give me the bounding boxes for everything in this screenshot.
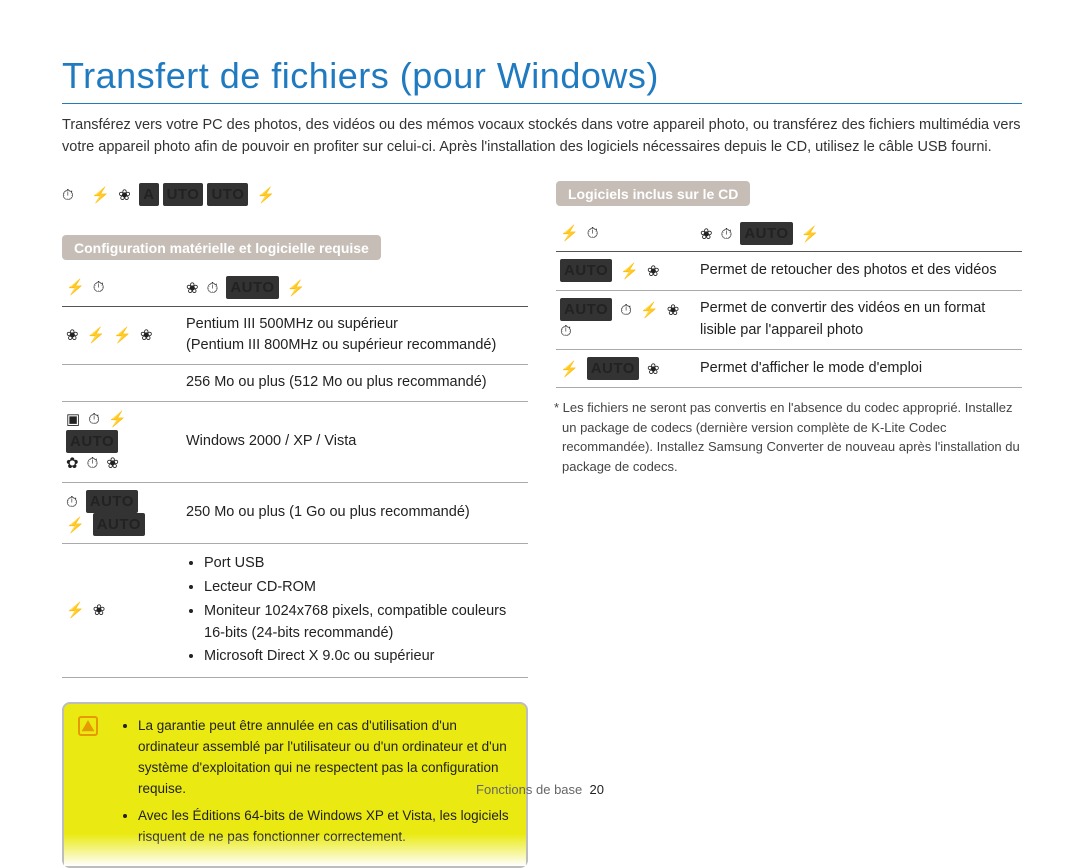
timer-icon: ⏱: [66, 494, 78, 511]
table-row: ❀ ⚡ ⚡ ❀ Pentium III 500MHz ou supérieur …: [62, 306, 528, 365]
auto-badge-icon: A: [139, 183, 158, 206]
timer-icon: ⏱: [93, 279, 105, 296]
warning-icon: [78, 716, 98, 736]
auto-badge-icon: UTO: [163, 183, 204, 206]
timer-icon: ⏱: [88, 411, 100, 428]
page-number: 20: [590, 782, 604, 797]
table-header-right: ❀ ⏱ AUTO ⚡: [696, 216, 1022, 252]
auto-badge-icon: AUTO: [226, 276, 278, 299]
table-row: AUTO ⚡ ❀ Permet de retoucher des photos …: [556, 252, 1022, 290]
flash-icon: ⚡: [257, 187, 276, 204]
list-item: Lecteur CD-ROM: [204, 577, 524, 599]
flash-icon: ⚡: [108, 411, 127, 428]
macro-icon: ❀: [93, 602, 106, 619]
timer-icon: ⏱: [721, 226, 733, 243]
intro-paragraph: Transférez vers votre PC des photos, des…: [62, 114, 1022, 159]
list-item: Moniteur 1024x768 pixels, compatible cou…: [204, 601, 524, 645]
macro-icon: ❀: [106, 455, 119, 472]
macro-icon: ❀: [66, 327, 79, 344]
timer-icon: ⏱: [207, 280, 219, 297]
flash-icon: ⚡: [801, 226, 820, 243]
table-row: ⚡ AUTO ❀ Permet d'afficher le mode d'emp…: [556, 350, 1022, 388]
footer-section: Fonctions de base: [476, 782, 582, 797]
table-row: ⚡ ❀ Port USB Lecteur CD-ROM Moniteur 102…: [62, 544, 528, 678]
list-item: Port USB: [204, 553, 524, 575]
macro-icon: ❀: [667, 302, 680, 319]
macro-icon: ❀: [647, 263, 660, 280]
macro-icon: ❀: [186, 280, 199, 297]
list-item: Microsoft Direct X 9.0c ou supérieur: [204, 646, 524, 668]
flash-icon: ⚡: [66, 279, 85, 296]
table-header-right: ❀ ⏱ AUTO ⚡: [182, 270, 528, 306]
left-column: ⏱ ⚡ ❀ AUTOUTO ⚡ Configuration matérielle…: [62, 181, 528, 868]
codec-note: * Les fichiers ne seront pas convertis e…: [556, 398, 1022, 476]
auto-badge-icon: UTO: [207, 183, 248, 206]
flash-icon: ⚡: [560, 361, 579, 378]
flash-icon: ⚡: [560, 225, 579, 242]
timer-icon: ⏱: [560, 323, 572, 340]
flash-icon: ⚡: [287, 280, 306, 297]
flash-icon: ⚡: [113, 327, 132, 344]
table-row: ▣ ⏱ ⚡ AUTO ✿ ⏱ ❀ Windows 2000 / XP / Vis…: [62, 401, 528, 482]
table-row: ⏱ AUTO ⚡ AUTO 250 Mo ou plus (1 Go ou pl…: [62, 482, 528, 544]
auto-badge-icon: AUTO: [587, 357, 639, 380]
auto-badge-icon: AUTO: [560, 298, 612, 321]
flash-icon: ⚡: [66, 602, 85, 619]
flash-icon: ⚡: [620, 263, 639, 280]
flash-icon: ⚡: [87, 327, 106, 344]
flash-icon: ⚡: [66, 517, 85, 534]
page-title: Transfert de fichiers (pour Windows): [62, 55, 1022, 104]
page-footer: Fonctions de base 20: [0, 782, 1080, 797]
auto-badge-icon: AUTO: [740, 222, 792, 245]
cpu-rec: (Pentium III 800MHz ou supérieur recomma…: [186, 337, 496, 353]
warning-item: Avec les Éditions 64-bits de Windows XP …: [138, 806, 510, 848]
macro-icon: ❀: [700, 226, 713, 243]
timer-icon: ⏱: [620, 302, 632, 319]
macro-icon: ❀: [118, 187, 131, 204]
requirements-table: ⚡ ⏱ ❀ ⏱ AUTO ⚡ ❀ ⚡ ⚡ ❀: [62, 270, 528, 678]
timer-icon: ⏱: [62, 187, 74, 204]
right-column: Logiciels inclus sur le CD ⚡ ⏱ ❀ ⏱ AUTO …: [556, 181, 1022, 868]
play-icon: ▣: [66, 411, 80, 428]
timer-icon: ⏱: [587, 225, 599, 242]
table-row: AUTO ⏱ ⚡ ❀ ⏱ Permet de convertir des vid…: [556, 290, 1022, 350]
gear-icon: ✿: [66, 455, 79, 472]
table-header-left: ⚡ ⏱: [556, 216, 696, 252]
software-desc: Permet de retoucher des photos et des vi…: [696, 252, 1022, 290]
macro-icon: ❀: [647, 361, 660, 378]
flash-icon: ⚡: [640, 302, 659, 319]
cpu-min: Pentium III 500MHz ou supérieur: [186, 316, 398, 332]
auto-badge-icon: AUTO: [560, 259, 612, 282]
auto-badge-icon: AUTO: [66, 430, 118, 453]
disk-req: 250 Mo ou plus (1 Go ou plus recommandé): [182, 482, 528, 544]
other-requirements: Port USB Lecteur CD-ROM Moniteur 1024x76…: [186, 553, 524, 668]
macro-icon: ❀: [140, 327, 153, 344]
software-desc: Permet de convertir des vidéos en un for…: [696, 290, 1022, 350]
auto-badge-icon: AUTO: [93, 513, 145, 536]
auto-badge-icon: AUTO: [86, 490, 138, 513]
timer-icon: ⏱: [87, 455, 99, 472]
mode-icon-row: ⏱ ⚡ ❀ AUTOUTO ⚡: [62, 183, 528, 207]
section-label-software: Logiciels inclus sur le CD: [556, 181, 750, 206]
flash-icon: ⚡: [91, 187, 110, 204]
table-row: 256 Mo ou plus (512 Mo ou plus recommand…: [62, 365, 528, 402]
table-header-left: ⚡ ⏱: [62, 270, 182, 306]
os-req: Windows 2000 / XP / Vista: [182, 401, 528, 482]
software-desc: Permet d'afficher le mode d'emploi: [696, 350, 1022, 388]
software-table: ⚡ ⏱ ❀ ⏱ AUTO ⚡ AUTO ⚡ ❀ Permet d: [556, 216, 1022, 388]
section-label-config: Configuration matérielle et logicielle r…: [62, 235, 381, 260]
ram-req: 256 Mo ou plus (512 Mo ou plus recommand…: [182, 365, 528, 402]
